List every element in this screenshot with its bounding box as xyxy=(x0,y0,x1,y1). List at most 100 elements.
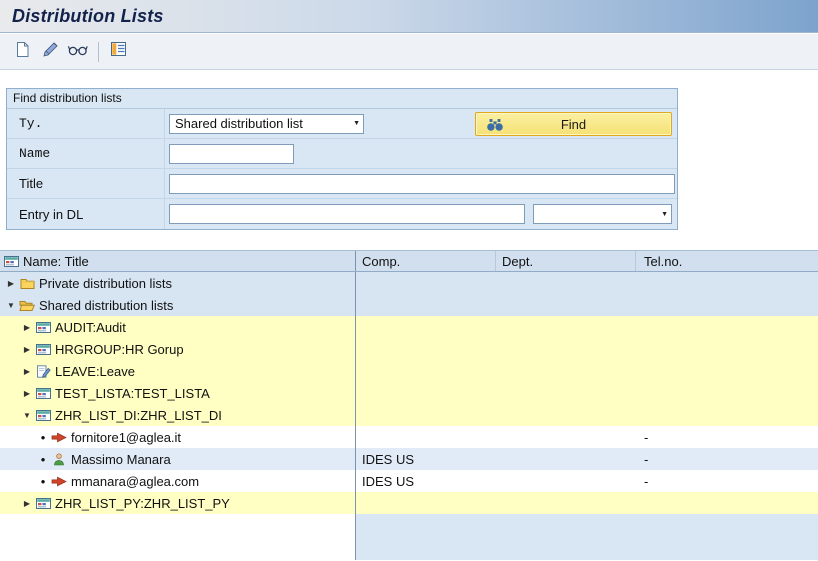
folder-icon xyxy=(18,277,36,290)
telno-cell: - xyxy=(644,429,649,445)
list-view-icon xyxy=(110,41,127,62)
comp-cell xyxy=(356,404,496,426)
dept-cell xyxy=(496,404,636,426)
new-document-icon xyxy=(14,41,31,63)
dept-cell xyxy=(496,448,636,470)
comp-cell xyxy=(356,294,496,316)
tree-row[interactable]: • fornitore1@aglea.it - xyxy=(0,426,818,448)
chevron-down-icon[interactable]: ▼ xyxy=(655,211,668,218)
tree-row[interactable]: ▶ ZHR_LIST_PY:ZHR_LIST_PY xyxy=(0,492,818,514)
tree-node-label[interactable]: Shared distribution lists xyxy=(39,298,173,313)
tree-node-label[interactable]: ZHR_LIST_PY:ZHR_LIST_PY xyxy=(55,496,230,511)
comp-cell xyxy=(356,492,496,514)
tree-node-label[interactable]: fornitore1@aglea.it xyxy=(71,430,181,445)
tree-node-label[interactable]: AUDIT:Audit xyxy=(55,320,126,335)
comp-cell xyxy=(356,338,496,360)
tree-node-label[interactable]: HRGROUP:HR Gorup xyxy=(55,342,184,357)
email-icon xyxy=(50,432,68,443)
tree-node-label[interactable]: mmanara@aglea.com xyxy=(71,474,199,489)
tree-node-label[interactable]: TEST_LISTA:TEST_LISTA xyxy=(55,386,210,401)
tree-body: ▶ Private distribution lists ▼ Shared distr… xyxy=(0,272,818,560)
tree-row-name-cell: ▶ TEST_LISTA:TEST_LISTA xyxy=(0,382,356,404)
column-header-name-title[interactable]: Name: Title xyxy=(0,251,356,271)
type-combobox[interactable]: Shared distribution list ▼ xyxy=(169,113,364,134)
dept-cell xyxy=(496,426,636,448)
chevron-down-icon[interactable]: ▼ xyxy=(347,120,360,127)
display-button[interactable] xyxy=(66,40,90,64)
page-title: Distribution Lists xyxy=(12,5,164,26)
folder-open-icon xyxy=(18,299,36,312)
dist-list-icon xyxy=(34,387,52,400)
tree-node-label[interactable]: ZHR_LIST_DI:ZHR_LIST_DI xyxy=(55,408,222,423)
binoculars-icon xyxy=(486,117,504,135)
tree-row-name-cell: ▶ AUDIT:Audit xyxy=(0,316,356,338)
tree-row-name-cell: ▶ ZHR_LIST_PY:ZHR_LIST_PY xyxy=(0,492,356,514)
expand-arrow-icon[interactable]: ▶ xyxy=(20,389,34,398)
tree-node-label[interactable]: Private distribution lists xyxy=(39,276,172,291)
name-input[interactable] xyxy=(169,143,294,164)
find-panel-title: Find distribution lists xyxy=(7,89,677,109)
column-header-dept[interactable]: Dept. xyxy=(496,251,636,271)
tree-row-name-cell: • Massimo Manara xyxy=(0,448,356,470)
tree-row[interactable]: ▶ TEST_LISTA:TEST_LISTA xyxy=(0,382,818,404)
new-document-button[interactable] xyxy=(10,40,34,64)
column-separator xyxy=(355,272,356,560)
telno-cell xyxy=(636,382,818,404)
tree-row[interactable]: ▶ AUDIT:Audit xyxy=(0,316,818,338)
tree-row[interactable]: ▼ Shared distribution lists xyxy=(0,294,818,316)
dist-list-icon xyxy=(34,343,52,356)
comp-cell xyxy=(356,360,496,382)
telno-cell: - xyxy=(644,473,649,489)
dept-cell xyxy=(496,338,636,360)
comp-cell: IDES US xyxy=(362,473,415,489)
tree-row[interactable]: • Massimo Manara IDES US - xyxy=(0,448,818,470)
dept-cell xyxy=(496,382,636,404)
telno-cell xyxy=(636,338,818,360)
pencil-icon xyxy=(42,41,59,63)
tree-row-name-cell: ▶ LEAVE:Leave xyxy=(0,360,356,382)
dept-cell xyxy=(496,492,636,514)
distribution-lists-table: Name: Title Comp. Dept. Tel.no. ▶ Private… xyxy=(0,250,818,561)
list-view-button[interactable] xyxy=(106,40,130,64)
title-label: Title xyxy=(7,169,165,198)
edit-button[interactable] xyxy=(38,40,62,64)
tree-row-name-cell: • mmanara@aglea.com xyxy=(0,470,356,492)
expand-arrow-icon[interactable]: ▶ xyxy=(20,345,34,354)
find-button-label: Find xyxy=(560,116,587,132)
column-header-comp[interactable]: Comp. xyxy=(356,251,496,271)
column-header-telno[interactable]: Tel.no. xyxy=(636,251,818,271)
tree-row-name-cell: ▼ ZHR_LIST_DI:ZHR_LIST_DI xyxy=(0,404,356,426)
tree-row[interactable]: ▼ ZHR_LIST_DI:ZHR_LIST_DI xyxy=(0,404,818,426)
type-combobox-value: Shared distribution list xyxy=(175,116,303,131)
doc-edit-icon xyxy=(34,364,52,378)
entry-in-dl-input[interactable] xyxy=(169,204,525,224)
name-row: Name xyxy=(7,139,677,169)
tree-row[interactable]: • mmanara@aglea.com IDES US - xyxy=(0,470,818,492)
expand-arrow-icon[interactable]: ▼ xyxy=(20,411,34,420)
email-icon xyxy=(50,476,68,487)
tree-row[interactable]: ▶ HRGROUP:HR Gorup xyxy=(0,338,818,360)
dist-list-icon xyxy=(34,409,52,422)
empty-area xyxy=(356,514,818,560)
comp-cell: IDES US xyxy=(362,451,415,467)
glasses-icon xyxy=(67,43,88,61)
expand-arrow-icon[interactable]: ▶ xyxy=(20,367,34,376)
tree-row[interactable]: ▶ Private distribution lists xyxy=(0,272,818,294)
bullet-marker: • xyxy=(40,473,46,489)
find-button[interactable]: Find xyxy=(475,112,672,136)
toolbar-separator xyxy=(98,41,99,62)
expand-arrow-icon[interactable]: ▶ xyxy=(20,323,34,332)
tree-node-label[interactable]: Massimo Manara xyxy=(71,452,171,467)
entry-in-dl-combobox[interactable]: ▼ xyxy=(533,204,672,224)
dept-cell xyxy=(496,316,636,338)
dist-list-icon xyxy=(34,321,52,334)
type-row: Ty. Shared distribution list ▼ Find xyxy=(7,109,677,139)
expand-arrow-icon[interactable]: ▶ xyxy=(4,279,18,288)
expand-arrow-icon[interactable]: ▶ xyxy=(20,499,34,508)
comp-cell xyxy=(356,382,496,404)
tree-row[interactable]: ▶ LEAVE:Leave xyxy=(0,360,818,382)
tree-node-label[interactable]: LEAVE:Leave xyxy=(55,364,135,379)
entry-in-dl-label: Entry in DL xyxy=(7,199,165,229)
title-input[interactable] xyxy=(169,173,675,194)
expand-arrow-icon[interactable]: ▼ xyxy=(4,301,18,310)
